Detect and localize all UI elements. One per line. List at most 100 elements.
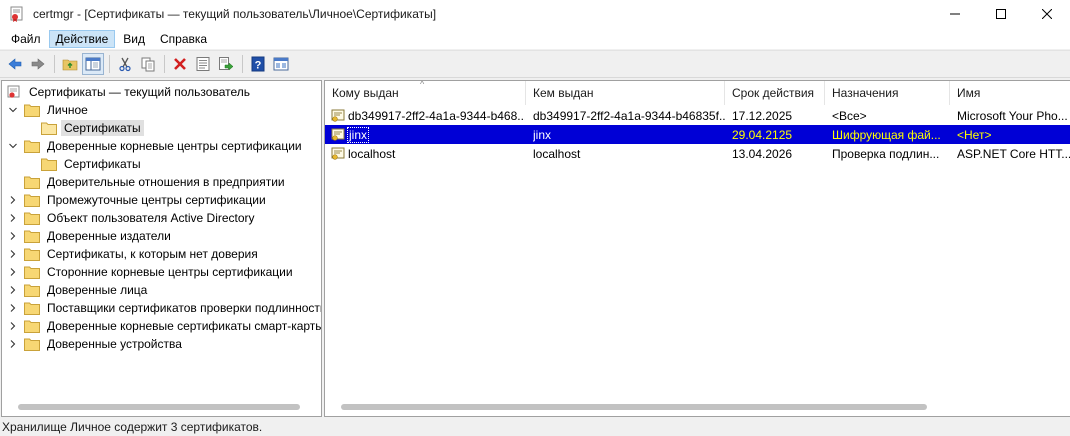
chevron-down-icon[interactable] (7, 104, 19, 116)
chevron-right-icon[interactable] (7, 338, 19, 350)
tree-item-trusted-root-certificates[interactable]: Сертификаты (41, 155, 144, 173)
tree-item-client-auth-issuers[interactable]: Поставщики сертификатов проверки подлинн… (7, 299, 322, 317)
toolbar-separator (109, 55, 110, 73)
column-header-issued-to[interactable]: ^ Кому выдан (325, 81, 526, 105)
forward-icon[interactable] (27, 53, 49, 75)
column-header-expiration[interactable]: Срок действия (725, 81, 825, 105)
cell-name: ASP.NET Core HTT... (957, 146, 1070, 161)
up-folder-icon[interactable] (59, 53, 81, 75)
cell-name: Microsoft Your Pho... (957, 108, 1068, 123)
chevron-right-icon[interactable] (7, 266, 19, 278)
folder-icon (24, 338, 40, 351)
menu-file[interactable]: Файл (4, 30, 48, 48)
properties-icon[interactable] (192, 53, 214, 75)
table-row[interactable]: db349917-2ff2-4a1a-9344-b468... db349917… (325, 106, 1070, 125)
cell-name: <Нет> (957, 127, 992, 142)
column-header-issued-by[interactable]: Кем выдан (526, 81, 725, 105)
tree-root-label: Сертификаты — текущий пользователь (29, 85, 251, 99)
tree-item-label: Доверенные лица (47, 283, 148, 297)
tree-item-label: Объект пользователя Active Directory (47, 211, 255, 225)
show-tree-icon[interactable] (82, 53, 104, 75)
table-row-selected[interactable]: jinx jinx 29.04.2125 Шифрующая фай... <Н… (325, 125, 1070, 144)
maximize-button[interactable] (978, 0, 1024, 28)
tree-item-personal[interactable]: Личное (7, 101, 91, 119)
cell-purposes: <Все> (832, 108, 867, 123)
scrollbar-thumb[interactable] (18, 404, 300, 410)
tree-item-label: Личное (47, 103, 88, 117)
column-header-label: Кем выдан (533, 86, 594, 100)
cell-purposes: Проверка подлин... (832, 146, 940, 161)
list-horizontal-scrollbar[interactable] (325, 399, 1070, 416)
cell-issued-by: localhost (533, 146, 581, 161)
toolbar-separator (242, 55, 243, 73)
tree-item-trusted-people[interactable]: Доверенные лица (7, 281, 150, 299)
title-bar: certmgr - [Сертификаты — текущий пользов… (0, 0, 1070, 28)
view-icon[interactable] (270, 53, 292, 75)
certmgr-icon (9, 6, 25, 22)
menu-action[interactable]: Действие (48, 29, 116, 48)
tree-item-label: Сертификаты (61, 120, 144, 136)
tree-item-third-party-root[interactable]: Сторонние корневые центры сертификации (7, 263, 296, 281)
toolbar-separator (54, 55, 55, 73)
tree-horizontal-scrollbar[interactable] (2, 399, 321, 416)
folder-icon (24, 230, 40, 243)
table-row[interactable]: localhost localhost 13.04.2026 Проверка … (325, 144, 1070, 163)
tree-pane[interactable]: Сертификаты — текущий пользователь Лично… (1, 80, 322, 417)
chevron-right-icon[interactable] (7, 194, 19, 206)
cell-expiration: 17.12.2025 (732, 108, 793, 123)
tree-item-intermediate[interactable]: Промежуточные центры сертификации (7, 191, 269, 209)
cell-issued-by: db349917-2ff2-4a1a-9344-b46835f... (533, 108, 725, 123)
tree-item-trusted-root[interactable]: Доверенные корневые центры сертификации (7, 137, 305, 155)
menu-view[interactable]: Вид (116, 30, 152, 48)
folder-icon (24, 302, 40, 315)
tree-item-personal-certificates[interactable]: Сертификаты (41, 119, 144, 137)
sort-ascending-icon: ^ (420, 80, 425, 89)
tree-item-enterprise-trust[interactable]: Доверительные отношения в предприятии (24, 173, 288, 191)
tree-item-ad-user-object[interactable]: Объект пользователя Active Directory (7, 209, 258, 227)
tree-item-trusted-devices[interactable]: Доверенные устройства (7, 335, 185, 353)
tree-item-label: Доверенные корневые сертификаты смарт-ка… (47, 319, 322, 333)
cell-expiration: 13.04.2026 (732, 146, 793, 161)
toolbar-separator (164, 55, 165, 73)
tree-item-label: Доверительные отношения в предприятии (47, 175, 285, 189)
tree-item-trusted-publishers[interactable]: Доверенные издатели (7, 227, 174, 245)
cut-icon[interactable] (114, 53, 136, 75)
tree-item-label: Доверенные издатели (47, 229, 171, 243)
minimize-button[interactable] (932, 0, 978, 28)
chevron-right-icon[interactable] (7, 302, 19, 314)
tree-root[interactable]: Сертификаты — текущий пользователь (6, 83, 253, 101)
folder-icon (24, 212, 40, 225)
back-icon[interactable] (4, 53, 26, 75)
column-header-label: Назначения (832, 86, 899, 100)
help-icon[interactable]: ? (247, 53, 269, 75)
cell-expiration: 29.04.2125 (732, 127, 793, 142)
chevron-right-icon[interactable] (7, 212, 19, 224)
tree-item-label: Поставщики сертификатов проверки подлинн… (47, 301, 322, 315)
tree-item-label: Сертификаты (64, 157, 141, 171)
folder-icon (24, 194, 40, 207)
chevron-right-icon[interactable] (7, 320, 19, 332)
tree-item-untrusted[interactable]: Сертификаты, к которым нет доверия (7, 245, 261, 263)
column-header-name[interactable]: Имя (950, 81, 1070, 105)
folder-open-icon (41, 122, 57, 135)
tree-item-label: Промежуточные центры сертификации (47, 193, 266, 207)
tree-item-smart-card-root[interactable]: Доверенные корневые сертификаты смарт-ка… (7, 317, 322, 335)
chevron-right-icon[interactable] (7, 248, 19, 260)
export-icon[interactable] (215, 53, 237, 75)
certificate-list[interactable]: ^ Кому выдан Кем выдан Срок действия Наз… (324, 80, 1070, 417)
certificate-icon (331, 128, 345, 142)
toolbar: ? (0, 50, 1070, 78)
delete-icon[interactable] (169, 53, 191, 75)
chevron-right-icon[interactable] (7, 230, 19, 242)
tree-item-label: Сторонние корневые центры сертификации (47, 265, 293, 279)
menu-help[interactable]: Справка (153, 30, 214, 48)
certificate-icon (331, 147, 345, 161)
close-button[interactable] (1024, 0, 1070, 28)
column-header-purposes[interactable]: Назначения (825, 81, 950, 105)
cell-issued-to: localhost (348, 146, 396, 161)
folder-icon (24, 140, 40, 153)
copy-icon[interactable] (137, 53, 159, 75)
chevron-down-icon[interactable] (7, 140, 19, 152)
scrollbar-thumb[interactable] (341, 404, 927, 410)
chevron-right-icon[interactable] (7, 284, 19, 296)
